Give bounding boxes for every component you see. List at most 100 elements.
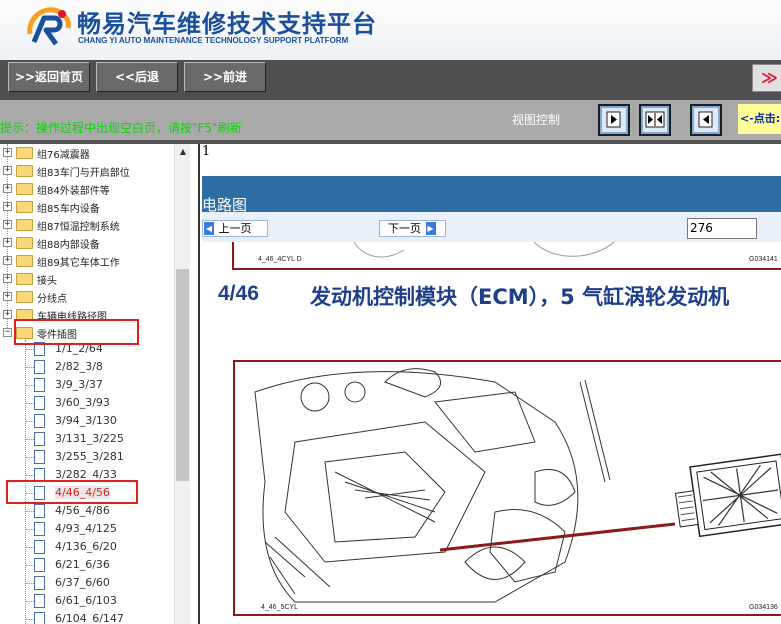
expand-icon[interactable]: + (3, 184, 12, 193)
tree-leaf[interactable]: 4/56_4/86 (0, 502, 174, 520)
document-icon (34, 594, 45, 608)
page-index: 1 (202, 144, 211, 159)
highlight-box (14, 319, 139, 345)
folder-icon (16, 183, 33, 195)
highlight-box (6, 480, 138, 504)
folder-icon (16, 237, 33, 249)
tree-leaf[interactable]: 3/255_3/281 (0, 448, 174, 466)
arrow-left-icon: ◀ (204, 222, 214, 235)
document-icon (34, 450, 45, 464)
expand-icon[interactable]: + (3, 202, 12, 211)
tree-leaf[interactable]: 6/37_6/60 (0, 574, 174, 592)
tree-leaf[interactable]: 4/136_6/20 (0, 538, 174, 556)
tree-folder[interactable]: + 组83车门与开启部位 (0, 162, 174, 180)
arrow-left-icon (698, 111, 713, 128)
document-icon (34, 576, 45, 590)
expand-icon[interactable]: + (3, 148, 12, 157)
expand-icon[interactable]: + (3, 238, 12, 247)
tree-leaf[interactable]: 6/21_6/36 (0, 556, 174, 574)
expand-icon[interactable]: + (3, 292, 12, 301)
previous-figure-drawing (353, 241, 615, 258)
tree-folder[interactable]: + 组87恒温控制系统 (0, 216, 174, 234)
home-button[interactable]: >>返回首页 (8, 62, 90, 92)
view-split-button[interactable] (639, 104, 671, 136)
section-bar (202, 176, 781, 212)
split-arrows-icon (645, 111, 665, 128)
tree-leaf[interactable]: 3/131_3/225 (0, 430, 174, 448)
document-icon (34, 522, 45, 536)
tree-leaf[interactable]: 2/82_3/8 (0, 358, 174, 376)
folder-icon (16, 291, 33, 303)
document-icon (34, 378, 45, 392)
document-icon (34, 396, 45, 410)
document-icon (34, 504, 45, 518)
tree-folder[interactable]: + 接头 (0, 270, 174, 288)
expand-icon[interactable]: + (3, 220, 12, 229)
engine-diagram: 4_46_5CYL G034136 (233, 360, 781, 616)
scroll-up-icon[interactable]: ▲ (175, 144, 191, 160)
forward-button[interactable]: >>前进 (184, 62, 266, 92)
view-expand-right-button[interactable] (598, 104, 630, 136)
tree-leaf[interactable]: 3/94_3/130 (0, 412, 174, 430)
document-icon (34, 558, 45, 572)
app-title: 畅易汽车维修技术支持平台 (77, 10, 377, 38)
document-icon (34, 612, 45, 624)
arrow-right-icon (606, 111, 621, 128)
previous-figure-code: G034141 (749, 256, 778, 263)
previous-figure-caption: 4_46_4CYL D (258, 256, 302, 263)
folder-icon (16, 273, 33, 285)
next-page-button[interactable]: 下一页 ▶ (379, 220, 446, 237)
app-header: 畅易汽车维修技术支持平台 CHANG YI AUTO MAINTENANCE T… (0, 0, 781, 60)
collapse-icon[interactable]: − (3, 328, 12, 337)
expand-icon[interactable]: + (3, 166, 12, 175)
tree-leaf[interactable]: 6/61_6/103 (0, 592, 174, 610)
expand-icon[interactable]: + (3, 274, 12, 283)
folder-icon (16, 147, 33, 159)
view-control-label: 视图控制 (512, 113, 561, 127)
figure-caption: 4_46_5CYL (261, 604, 298, 611)
logo-icon (27, 7, 71, 46)
tree-folder[interactable]: + 分线点 (0, 288, 174, 306)
engine-bay-drawing (254, 368, 781, 603)
previous-figure-frame (232, 241, 781, 270)
tree-folder[interactable]: + 组84外装部件等 (0, 180, 174, 198)
expand-icon[interactable]: + (3, 256, 12, 265)
tree-leaf[interactable]: 3/60_3/93 (0, 394, 174, 412)
tree-leaf[interactable]: 4/93_4/125 (0, 520, 174, 538)
document-icon (34, 540, 45, 554)
expand-icon[interactable]: + (3, 310, 12, 319)
tree-folder[interactable]: + 组89其它车体工作 (0, 252, 174, 270)
tree-folder[interactable]: + 组76减震器 (0, 144, 174, 162)
tree-leaf[interactable]: 6/104_6/147 (0, 610, 174, 624)
figure-number: 4/46 (218, 282, 259, 305)
document-icon (34, 360, 45, 374)
refresh-hint: 提示：操作过程中出现空白页，请按"F5"刷新 (0, 121, 242, 135)
folder-icon (16, 201, 33, 213)
diagram-document: 4_46_4CYL D G034141 4/46 发动机控制模块（ECM），5 … (202, 241, 781, 624)
info-bar: 提示：操作过程中出现空白页，请按"F5"刷新 视图控制 <-点击: (0, 100, 781, 140)
document-icon (34, 432, 45, 446)
prev-page-button[interactable]: ◀ 上一页 (202, 220, 268, 237)
tree-leaf[interactable]: 3/9_3/37 (0, 376, 174, 394)
tree-folder[interactable]: + 组85车内设备 (0, 198, 174, 216)
tree-scrollbar[interactable]: ▲ (174, 144, 190, 624)
app-subtitle: CHANG YI AUTO MAINTENANCE TECHNOLOGY SUP… (78, 36, 349, 45)
click-hint: <-点击: (738, 104, 781, 134)
page-number-input[interactable]: 276 (687, 218, 757, 239)
pane-splitter[interactable] (190, 144, 200, 624)
navigation-toolbar: >>返回首页 <<后退 >>前进 ≫ (0, 60, 781, 100)
view-expand-left-button[interactable] (690, 104, 722, 136)
scroll-thumb[interactable] (176, 269, 189, 481)
more-button[interactable]: ≫ (752, 64, 781, 92)
document-icon (34, 414, 45, 428)
content-pane: 1 电路图 ◀ 上一页 下一页 ▶ 276 4_46_4CYL D G03414… (202, 144, 781, 624)
folder-icon (16, 165, 33, 177)
tree-folder[interactable]: + 组88内部设备 (0, 234, 174, 252)
figure-title: 发动机控制模块（ECM），5 气缸涡轮发动机 (310, 285, 730, 309)
back-button[interactable]: <<后退 (96, 62, 178, 92)
folder-icon (16, 255, 33, 267)
arrow-right-icon: ▶ (425, 222, 436, 235)
figure-code: G034136 (749, 604, 778, 611)
folder-icon (16, 219, 33, 231)
category-tree: + 组76减震器 + 组83车门与开启部位 + 组84外装部件等 + 组85车内设备 +… (0, 144, 174, 624)
